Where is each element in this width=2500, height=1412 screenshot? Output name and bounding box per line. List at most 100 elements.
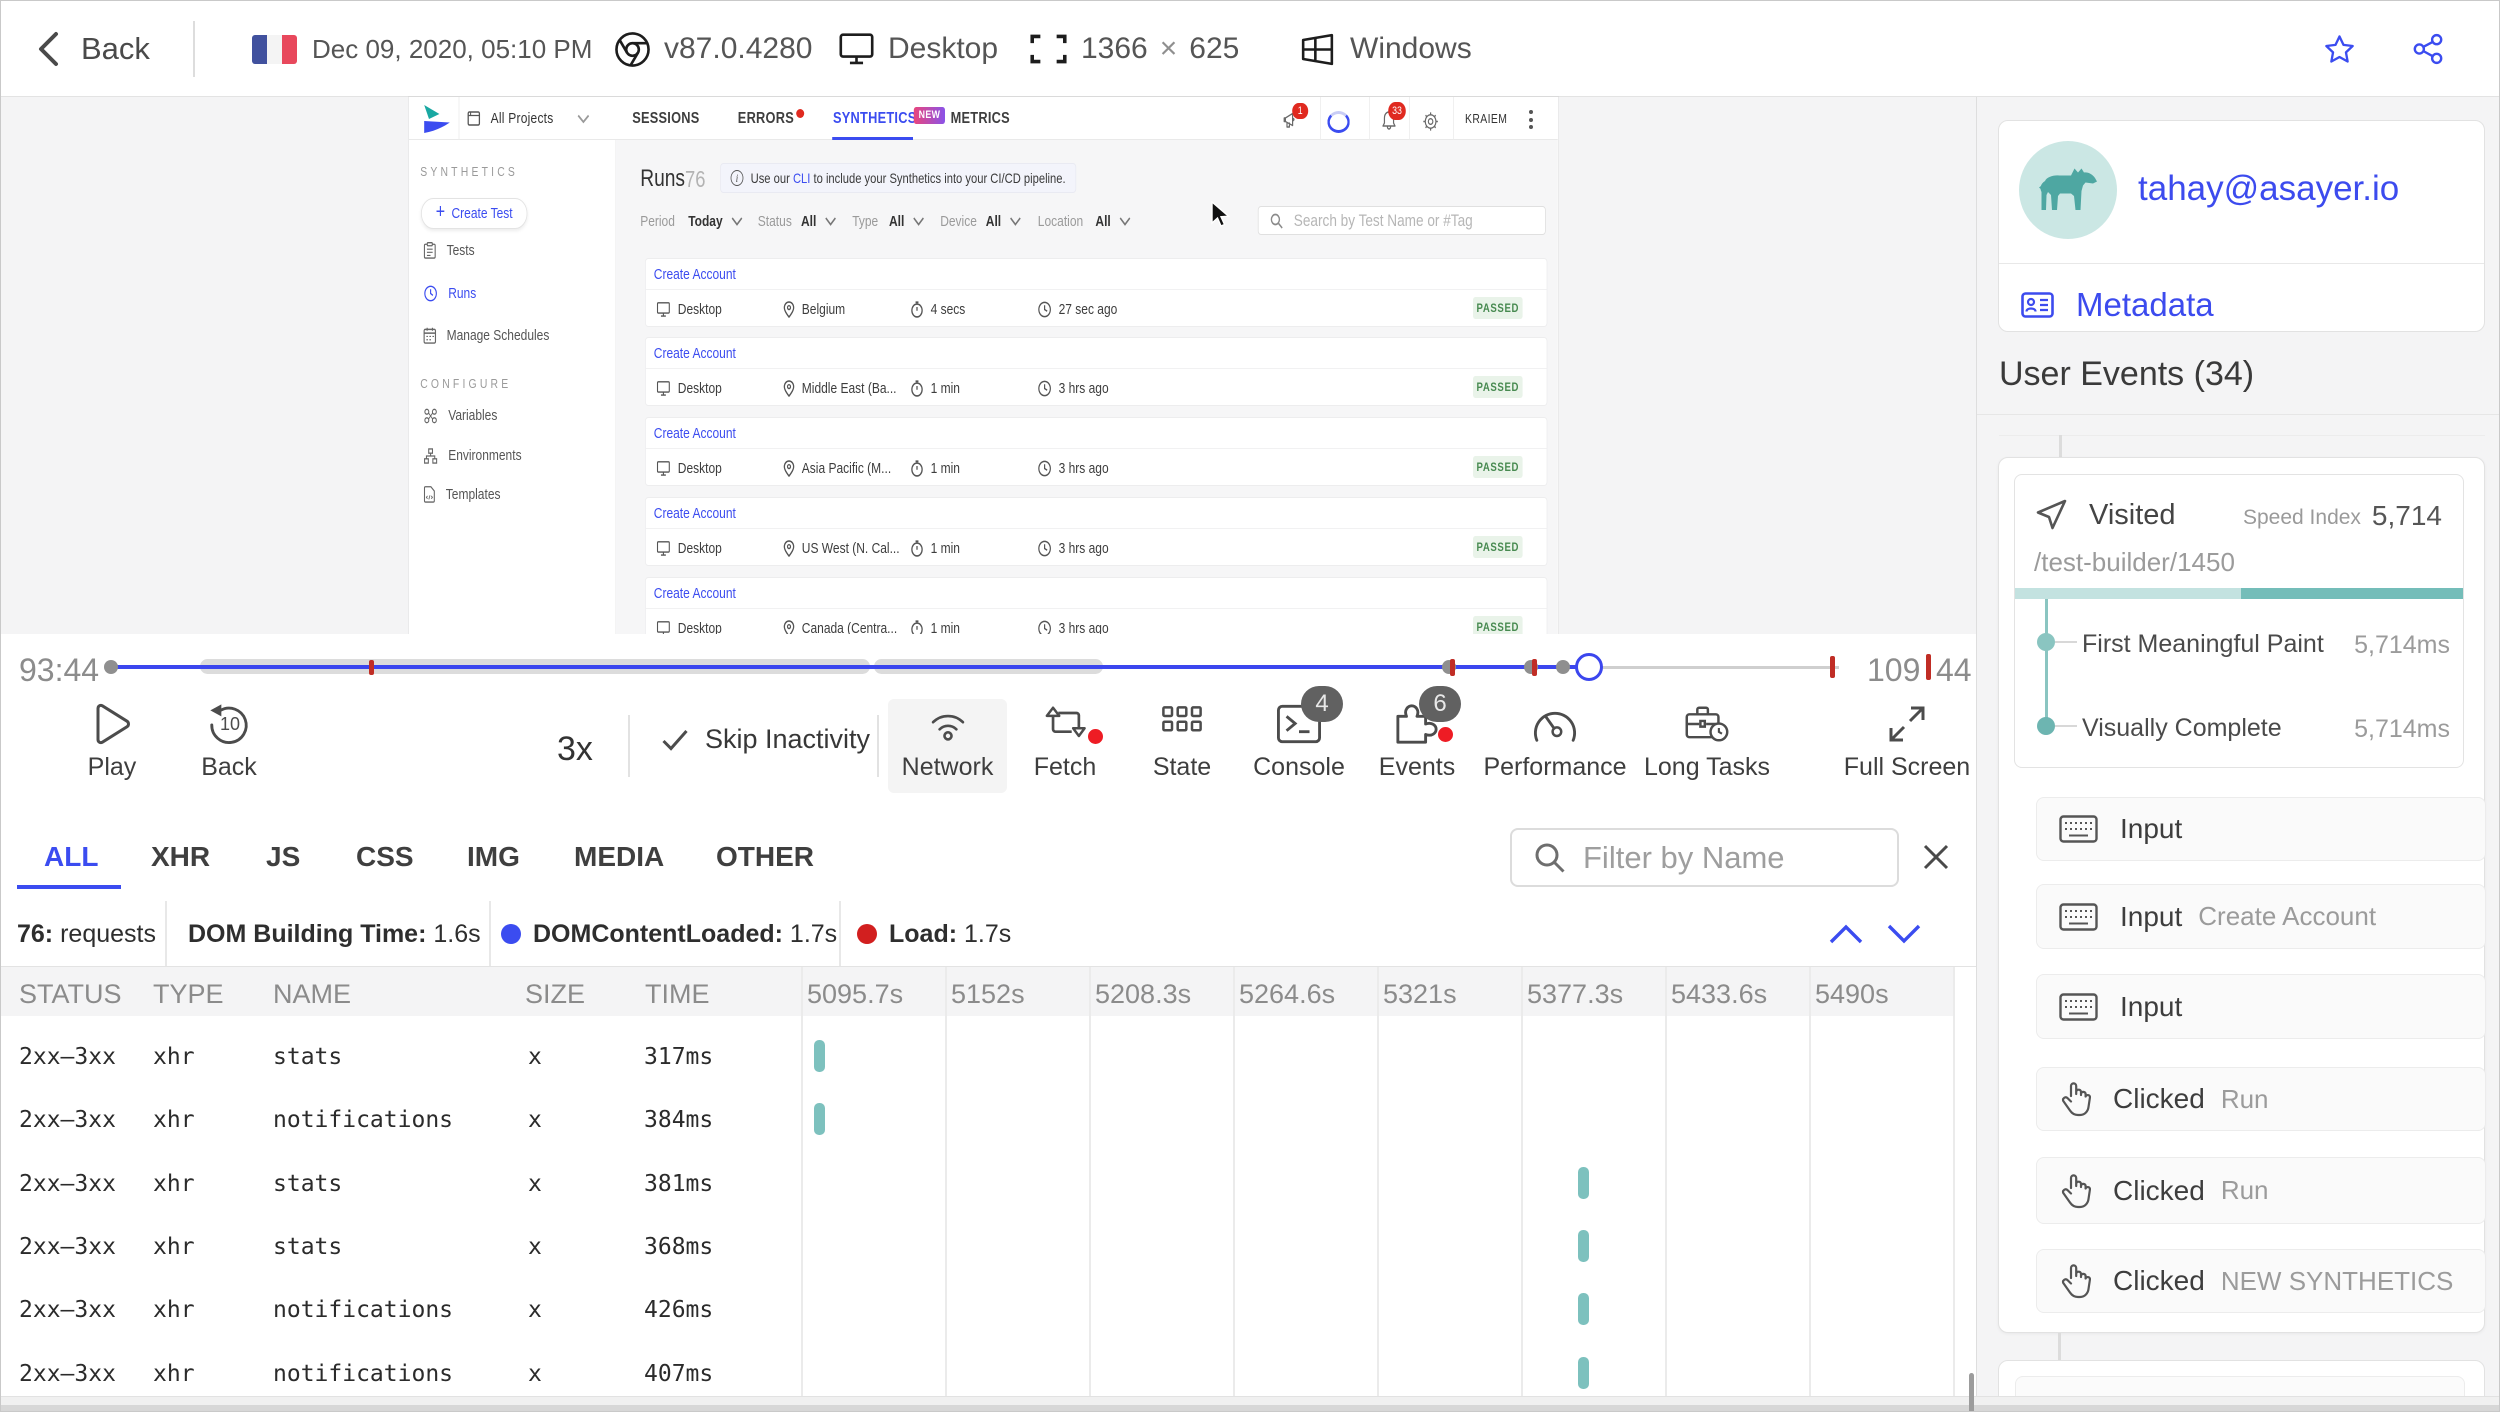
timeline-event-marker[interactable] bbox=[1450, 659, 1455, 676]
close-icon[interactable] bbox=[1921, 842, 1951, 872]
run-card[interactable]: Create Account Desktop US West (N. Cal..… bbox=[645, 498, 1547, 565]
run-name-link[interactable]: Create Account bbox=[654, 505, 736, 522]
run-card[interactable]: Create Account Desktop Asia Pacific (M..… bbox=[645, 418, 1547, 485]
network-tab-js[interactable]: JS bbox=[266, 841, 300, 873]
kebab-dot bbox=[1529, 110, 1533, 114]
jump-previous-icon[interactable] bbox=[1828, 923, 1864, 945]
network-tab-img[interactable]: IMG bbox=[467, 841, 520, 873]
network-filter-input[interactable]: Filter by Name bbox=[1510, 828, 1899, 887]
fetch-toggle-button[interactable]: Fetch bbox=[1015, 702, 1115, 802]
browser-version: v87.0.4280 bbox=[664, 32, 813, 65]
events-activity-dot bbox=[1438, 727, 1453, 742]
timeline-remaining[interactable] bbox=[1589, 665, 1839, 669]
timeline-event-marker[interactable] bbox=[1532, 659, 1537, 676]
visited-event-card[interactable]: Visited Speed Index 5,714 /test-builder/… bbox=[2014, 474, 2464, 768]
filter-period-value[interactable]: Today bbox=[688, 208, 743, 234]
request-status: 2xx–3xx bbox=[19, 1107, 116, 1133]
share-button[interactable] bbox=[2412, 1, 2444, 97]
network-tab-xhr[interactable]: XHR bbox=[151, 841, 210, 873]
performance-toggle-button[interactable]: Performance bbox=[1483, 702, 1627, 802]
sidebar-item-environments[interactable]: Environments bbox=[423, 447, 522, 464]
event-item-input[interactable]: Input bbox=[2036, 797, 2486, 861]
network-request-row[interactable]: 2xx–3xx xhr stats x 368ms bbox=[1, 1215, 1953, 1278]
event-item-click[interactable]: Clicked NEW SYNTHETICS bbox=[2036, 1249, 2486, 1313]
events-toggle-button[interactable]: 6 Events bbox=[1367, 686, 1467, 802]
replay-tab-sessions[interactable]: SESSIONS bbox=[632, 97, 699, 140]
run-card[interactable]: Create Account Desktop Belgium 4 secs 27… bbox=[645, 259, 1547, 326]
event-item-input[interactable]: Input Create Account bbox=[2036, 884, 2486, 949]
cli-note-text: Use our CLI to include your Synthetics i… bbox=[751, 170, 1066, 186]
filter-status-label: Status bbox=[757, 212, 792, 230]
jump-next-icon[interactable] bbox=[1886, 923, 1922, 945]
cli-link[interactable]: CLI bbox=[793, 170, 810, 186]
state-toggle-button[interactable]: State bbox=[1132, 702, 1232, 802]
network-request-row[interactable]: 2xx–3xx xhr stats x 317ms bbox=[1, 1025, 1953, 1088]
network-tab-css[interactable]: CSS bbox=[356, 841, 414, 873]
replay-project-selector[interactable]: All Projects bbox=[467, 97, 591, 140]
filter-label: Location bbox=[1038, 208, 1083, 234]
run-name-link[interactable]: Create Account bbox=[654, 345, 736, 362]
settings-gear-icon[interactable] bbox=[1420, 111, 1441, 132]
replay-tab-metrics[interactable]: METRICS bbox=[951, 97, 1010, 140]
event-item-click[interactable]: Clicked Run bbox=[2036, 1157, 2486, 1224]
horizontal-scrollbar-thumb[interactable] bbox=[1, 1405, 2499, 1411]
network-request-row[interactable]: 2xx–3xx xhr stats x 381ms bbox=[1, 1152, 1953, 1215]
kebab-menu-icon[interactable] bbox=[1529, 110, 1533, 129]
metadata-button[interactable]: Metadata bbox=[2021, 286, 2214, 324]
runs-page-title: Runs bbox=[640, 165, 686, 192]
long-tasks-toggle-button[interactable]: Long Tasks bbox=[1627, 702, 1787, 802]
user-menu[interactable]: KRAIEM bbox=[1465, 97, 1507, 140]
network-tab-all[interactable]: ALL bbox=[44, 841, 98, 873]
console-toggle-button[interactable]: 4 Console bbox=[1249, 686, 1349, 802]
chevron-left-icon bbox=[39, 32, 58, 66]
timeline-progress[interactable] bbox=[108, 665, 1589, 669]
filter-type-value[interactable]: All bbox=[889, 208, 925, 234]
skip-inactivity-toggle[interactable]: Skip Inactivity bbox=[661, 724, 870, 755]
notifications-button[interactable]: 33 bbox=[1379, 102, 1406, 132]
event-item-input[interactable]: Input bbox=[2036, 974, 2486, 1039]
replay-header-divider bbox=[458, 97, 460, 140]
replay-tab-errors[interactable]: ERRORS bbox=[738, 97, 794, 140]
replay-search-input[interactable]: Search by Test Name or #Tag bbox=[1257, 206, 1546, 235]
timeline-playhead[interactable] bbox=[1575, 653, 1603, 681]
runs-count: 76 bbox=[685, 166, 706, 192]
network-toggle-button[interactable]: Network bbox=[888, 702, 1007, 802]
run-card[interactable]: Create Account Desktop Middle East (Ba..… bbox=[645, 338, 1547, 405]
event-item-click[interactable]: Clicked Run bbox=[2036, 1067, 2486, 1131]
network-request-row[interactable]: 2xx–3xx xhr notifications x 384ms bbox=[1, 1088, 1953, 1151]
chevron-down-icon bbox=[731, 216, 743, 226]
sidebar-item-runs[interactable]: Runs bbox=[423, 285, 476, 302]
horizontal-scrollbar-track[interactable] bbox=[1, 1396, 2499, 1405]
sidebar-item-manage-schedules[interactable]: Manage Schedules bbox=[423, 327, 549, 344]
vertical-scrollbar-thumb[interactable] bbox=[1969, 1373, 1974, 1411]
sessions-tab-label: SESSIONS bbox=[632, 109, 700, 127]
filter-device-value[interactable]: All bbox=[986, 208, 1022, 234]
play-button[interactable]: Play bbox=[67, 702, 157, 802]
run-card[interactable]: Create Account Desktop Canada (Centra...… bbox=[645, 578, 1547, 634]
col-t0: 5095.7s bbox=[807, 979, 904, 1009]
create-test-button[interactable]: + Create Test bbox=[421, 198, 528, 229]
sidebar-item-tests[interactable]: Tests bbox=[423, 242, 475, 259]
run-name-link[interactable]: Create Account bbox=[654, 585, 736, 602]
run-name-link[interactable]: Create Account bbox=[654, 425, 736, 442]
user-email-link[interactable]: tahay@asayer.io bbox=[2138, 169, 2399, 209]
timeline-event-marker[interactable] bbox=[1830, 656, 1835, 678]
network-request-row[interactable]: 2xx–3xx xhr notifications x 426ms bbox=[1, 1278, 1953, 1341]
sidebar-item-variables[interactable]: Variables bbox=[423, 407, 497, 424]
network-tab-media[interactable]: MEDIA bbox=[574, 841, 664, 873]
speed-button[interactable]: 3x bbox=[557, 730, 593, 769]
sidebar-item-templates[interactable]: Templates bbox=[423, 486, 501, 503]
filter-location-value[interactable]: All bbox=[1095, 208, 1131, 234]
announcements-button[interactable]: 1 bbox=[1281, 103, 1309, 131]
filter-status-value[interactable]: All bbox=[801, 208, 837, 234]
favorite-button[interactable] bbox=[2324, 1, 2355, 97]
timeline-event-marker[interactable] bbox=[369, 660, 374, 675]
location-pin-icon bbox=[783, 459, 795, 477]
replay-tab-synthetics[interactable]: SYNTHETICS bbox=[833, 97, 916, 140]
back-10s-button[interactable]: 10 Back bbox=[184, 702, 274, 802]
run-name-link[interactable]: Create Account bbox=[654, 266, 736, 283]
network-tab-other[interactable]: OTHER bbox=[716, 841, 814, 873]
full-screen-button[interactable]: Full Screen bbox=[1827, 702, 1987, 802]
back-button[interactable]: Back bbox=[33, 1, 150, 97]
timeline-bar: 93:44 109 44 bbox=[1, 634, 1976, 694]
